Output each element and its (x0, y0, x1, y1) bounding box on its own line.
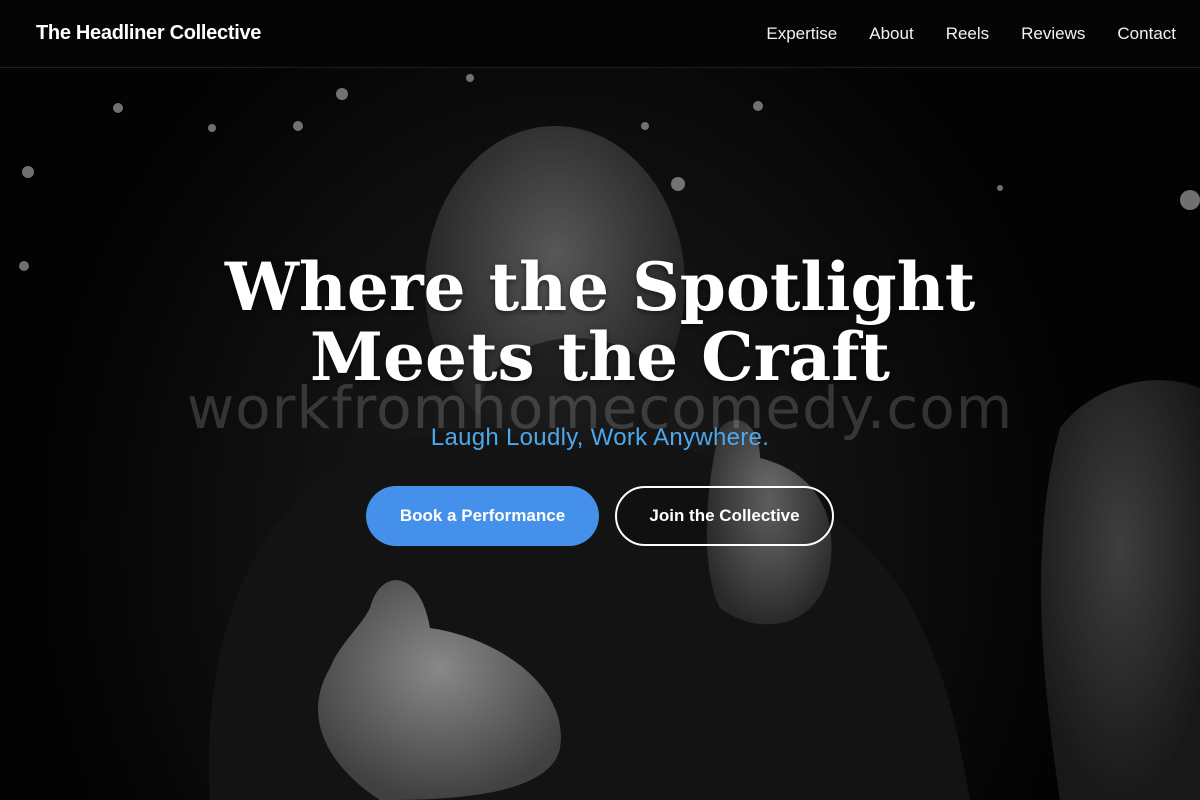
nav-reels[interactable]: Reels (930, 24, 1005, 44)
hero-headline: Where the Spotlight Meets the Craft (100, 252, 1100, 392)
headline-line-1: Where the Spotlight (224, 248, 976, 326)
nav-reviews[interactable]: Reviews (1005, 24, 1101, 44)
join-collective-button[interactable]: Join the Collective (615, 486, 834, 546)
hero-content: Where the Spotlight Meets the Craft Laug… (0, 68, 1200, 800)
headline-line-2: Meets the Craft (309, 318, 891, 396)
hero-section: workfromhomecomedy.com Where the Spotlig… (0, 68, 1200, 800)
nav-about[interactable]: About (853, 24, 929, 44)
nav-expertise[interactable]: Expertise (750, 24, 853, 44)
hero-tagline: Laugh Loudly, Work Anywhere. (430, 424, 770, 451)
main-nav: Expertise About Reels Reviews Contact (750, 24, 1176, 44)
nav-contact[interactable]: Contact (1101, 24, 1176, 44)
site-header: The Headliner Collective Expertise About… (0, 0, 1200, 68)
site-logo[interactable]: The Headliner Collective (36, 22, 261, 45)
book-performance-button[interactable]: Book a Performance (366, 486, 599, 546)
